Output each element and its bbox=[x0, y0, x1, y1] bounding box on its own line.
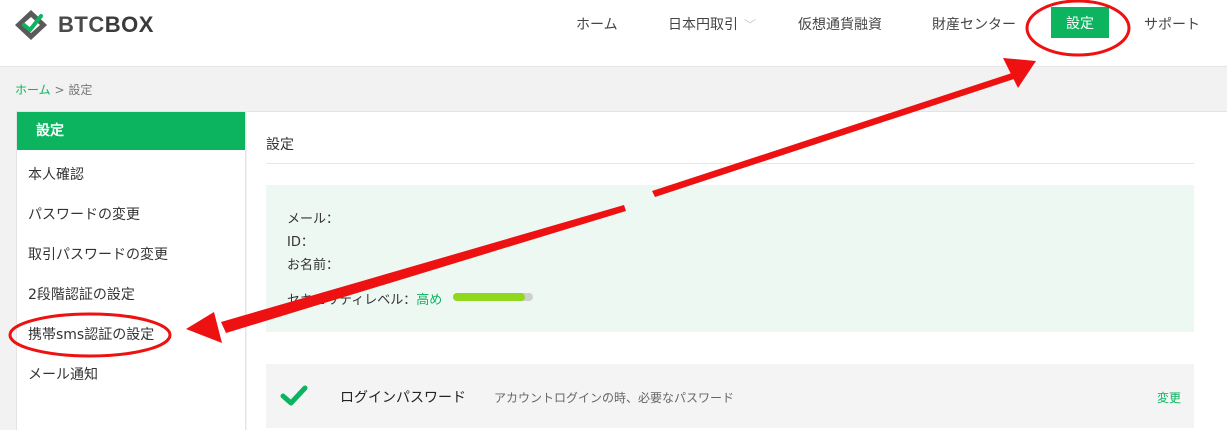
top-header: BTCBOX ホーム 日本円取引 ﹀ 仮想通貨融資 財産センター 設定 サポート bbox=[0, 0, 1227, 67]
logo-text: BTCBOX bbox=[58, 12, 154, 38]
login-password-row: ログインパスワード アカウントログインの時、必要なパスワード 変更 bbox=[266, 364, 1194, 428]
sidebar-item-sms-auth[interactable]: 携帯sms認証の設定 bbox=[17, 314, 245, 354]
security-level-bar bbox=[453, 293, 533, 301]
security-level-value: 高め bbox=[416, 293, 443, 308]
logo-text-box: BOX bbox=[104, 12, 154, 37]
settings-main-panel: 設定 メール： ID： お名前： セキュリティレベル：高め ログインパスワード … bbox=[247, 111, 1227, 430]
checkmark-icon bbox=[280, 385, 308, 406]
change-password-link[interactable]: 変更 bbox=[1157, 389, 1181, 406]
breadcrumb: ホーム > 設定 bbox=[15, 81, 92, 98]
login-password-label: ログインパスワード bbox=[340, 390, 466, 406]
nav-crypto-lending[interactable]: 仮想通貨融資 bbox=[798, 14, 882, 34]
sidebar-title[interactable]: 設定 bbox=[17, 112, 245, 150]
security-level-bar-fill bbox=[453, 293, 525, 301]
id-label: ID： bbox=[287, 235, 314, 250]
settings-sidebar: 設定 本人確認 パスワードの変更 取引パスワードの変更 2段階認証の設定 携帯s… bbox=[16, 111, 246, 430]
logo-diamond-icon bbox=[15, 10, 47, 40]
security-level-row: セキュリティレベル：高め bbox=[287, 289, 442, 308]
nav-settings[interactable]: 設定 bbox=[1051, 7, 1109, 38]
logo-text-btc: BTC bbox=[58, 12, 105, 37]
sidebar-item-password-change[interactable]: パスワードの変更 bbox=[17, 194, 245, 234]
nav-jpy-trade-label: 日本円取引 bbox=[668, 17, 738, 33]
nav-jpy-trade[interactable]: 日本円取引 ﹀ bbox=[668, 14, 756, 34]
chevron-down-icon: ﹀ bbox=[744, 18, 757, 32]
sidebar-item-identity-verification[interactable]: 本人確認 bbox=[17, 154, 245, 194]
nav-asset-center[interactable]: 財産センター bbox=[932, 14, 1016, 34]
sidebar-item-two-factor[interactable]: 2段階認証の設定 bbox=[17, 274, 245, 314]
sidebar-item-email-notification[interactable]: メール通知 bbox=[17, 354, 245, 394]
title-divider bbox=[266, 163, 1194, 164]
security-level-label: セキュリティレベル： bbox=[287, 293, 417, 308]
nav-support[interactable]: サポート bbox=[1144, 14, 1200, 34]
nav-home[interactable]: ホーム bbox=[576, 14, 618, 34]
breadcrumb-separator: > bbox=[54, 83, 65, 97]
email-label: メール： bbox=[287, 212, 340, 227]
sidebar-menu: 本人確認 パスワードの変更 取引パスワードの変更 2段階認証の設定 携帯sms認… bbox=[17, 150, 245, 394]
account-info-box: メール： ID： お名前： セキュリティレベル：高め bbox=[266, 185, 1194, 332]
name-label: お名前： bbox=[287, 258, 340, 273]
breadcrumb-current: 設定 bbox=[68, 83, 93, 97]
breadcrumb-home[interactable]: ホーム bbox=[15, 83, 51, 97]
btcbox-logo[interactable]: BTCBOX bbox=[14, 8, 154, 42]
sidebar-item-trade-password-change[interactable]: 取引パスワードの変更 bbox=[17, 234, 245, 274]
page-title: 設定 bbox=[266, 137, 294, 153]
login-password-description: アカウントログインの時、必要なパスワード bbox=[494, 391, 735, 405]
